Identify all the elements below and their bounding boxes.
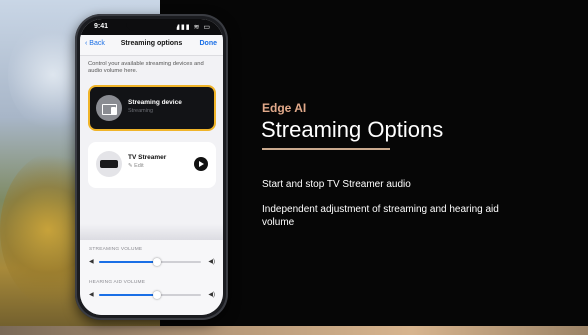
- hearing-aid-volume-slider[interactable]: ◀ ◀): [89, 290, 215, 300]
- device-name: TV Streamer: [128, 154, 167, 161]
- feature-bullet: Start and stop TV Streamer audio: [262, 179, 411, 190]
- device-name: Streaming device: [128, 99, 182, 106]
- volume-high-icon: ◀): [208, 259, 215, 265]
- slide: 9:41 ▮▮▮ ≋ ▭ ‹ Back Streaming options Do…: [0, 0, 588, 335]
- device-card-streaming[interactable]: Streaming device Streaming: [88, 85, 216, 131]
- status-time: 9:41: [94, 23, 109, 30]
- phone-screen: 9:41 ▮▮▮ ≋ ▭ ‹ Back Streaming options Do…: [80, 19, 223, 315]
- headline-underline: [262, 148, 390, 150]
- slide-eyebrow: Edge AI: [262, 101, 307, 115]
- status-icons: ▮▮▮ ≋ ▭: [176, 24, 211, 31]
- volume-low-icon: ◀: [89, 292, 94, 298]
- tv-remote-icon: [96, 95, 122, 121]
- volume-panel: STREAMING VOLUME ◀ ◀) HEARING AID VOLUME…: [80, 240, 223, 315]
- slider-knob[interactable]: [153, 291, 162, 299]
- feature-bullet: Independent adjustment of streaming and …: [262, 204, 499, 228]
- slider-knob[interactable]: [153, 258, 162, 266]
- slider-track[interactable]: [99, 258, 201, 266]
- phone-notch: [126, 19, 178, 31]
- device-status: Streaming: [128, 108, 154, 114]
- nav-bar: ‹ Back Streaming options Done: [80, 35, 223, 56]
- section-separator: [80, 224, 223, 240]
- volume-high-icon: ◀): [208, 292, 215, 298]
- hearing-aid-volume-label: HEARING AID VOLUME: [89, 280, 146, 285]
- slider-fill: [99, 261, 158, 263]
- volume-low-icon: ◀: [89, 259, 94, 265]
- streaming-volume-label: STREAMING VOLUME: [89, 247, 143, 252]
- bottom-accent-strip: [0, 326, 588, 335]
- slide-headline: Streaming Options: [261, 117, 444, 142]
- device-card-tv-streamer[interactable]: TV Streamer ✎ Edit: [88, 142, 216, 188]
- streaming-description: Control your available streaming devices…: [88, 61, 204, 74]
- slider-fill: [99, 294, 158, 296]
- slider-track[interactable]: [99, 291, 201, 299]
- done-button[interactable]: Done: [200, 40, 218, 47]
- play-icon[interactable]: [194, 157, 208, 171]
- edit-link[interactable]: ✎ Edit: [128, 163, 144, 169]
- tv-box-icon: [96, 151, 122, 177]
- streaming-volume-slider[interactable]: ◀ ◀): [89, 257, 215, 267]
- phone-frame: 9:41 ▮▮▮ ≋ ▭ ‹ Back Streaming options Do…: [75, 14, 228, 320]
